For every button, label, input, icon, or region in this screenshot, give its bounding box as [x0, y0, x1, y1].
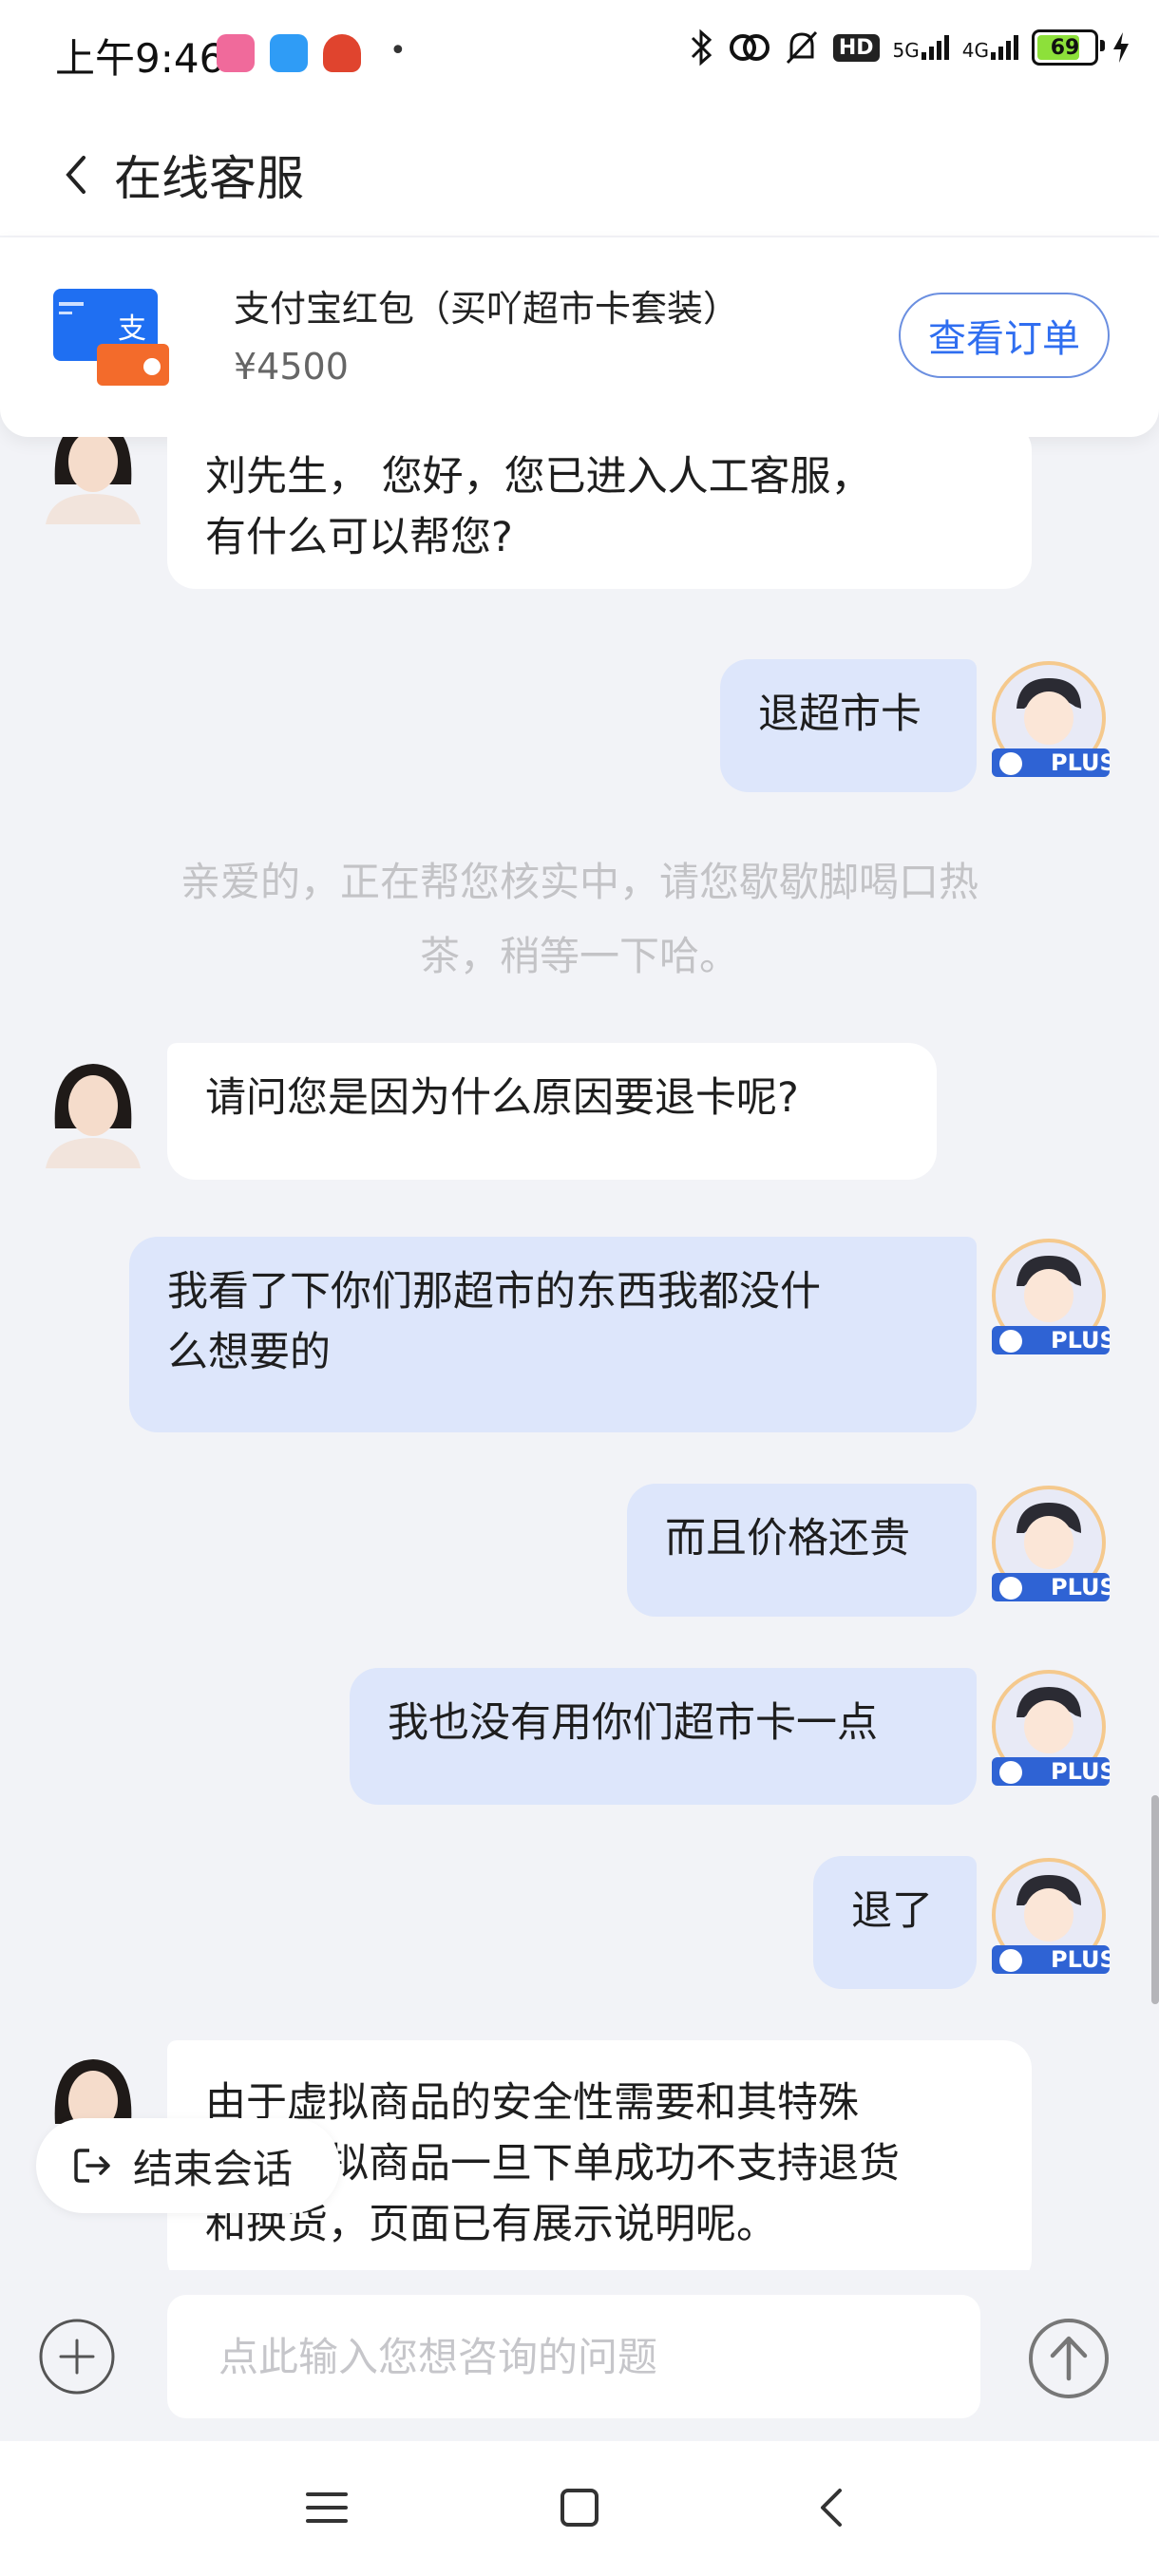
back-icon[interactable] [804, 2479, 861, 2536]
status-bar: 上午9:46 • HD 5G 4G 69 [0, 0, 1159, 114]
bluetooth-icon [691, 28, 712, 66]
hotspot-icon [729, 34, 770, 61]
user-message: 我也没有用你们超市卡一点 [350, 1668, 977, 1805]
product-name: 支付宝红包（买吖超市卡套装） [234, 288, 740, 330]
menu-icon[interactable] [298, 2479, 355, 2536]
svg-text:PLUS: PLUS [1051, 749, 1110, 776]
product-card[interactable]: 支 支付宝红包（买吖超市卡套装） ¥4500 查看订单 [0, 237, 1159, 437]
user-message: 退了 [813, 1856, 977, 1989]
signal-5g: 5G [893, 35, 949, 60]
end-session-label: 结束会话 [133, 2145, 294, 2192]
user-message: 退超市卡 [720, 659, 977, 792]
nav-header: 在线客服 [0, 114, 1159, 236]
user-message: 我看了下你们那超市的东西我都没什 么想要的 [129, 1237, 977, 1432]
chat-history[interactable]: 刘先生， 您好，您已进入人工客服， 有什么可以帮您? 退超市卡 PLUS 亲爱的… [0, 437, 1159, 2270]
view-order-button[interactable]: 查看订单 [899, 293, 1110, 378]
user-message: 而且价格还贵 [627, 1484, 977, 1617]
signal-4g: 4G [962, 35, 1018, 60]
input-bar [0, 2270, 1159, 2441]
page-title: 在线客服 [114, 151, 304, 206]
user-avatar: PLUS [992, 1486, 1110, 1601]
red-app-icon [323, 34, 361, 72]
battery-icon: 69 [1032, 29, 1105, 66]
svg-text:支: 支 [118, 313, 146, 346]
chat-bubble-icon [270, 34, 308, 72]
svg-text:PLUS: PLUS [1051, 1946, 1110, 1973]
user-avatar: PLUS [992, 1239, 1110, 1354]
home-icon[interactable] [551, 2479, 608, 2536]
alipay-card-thumbnail: 支 [53, 289, 169, 386]
hd-badge: HD [832, 33, 880, 62]
svg-text:PLUS: PLUS [1051, 1758, 1110, 1785]
user-avatar: PLUS [992, 661, 1110, 777]
send-arrow-icon[interactable] [1028, 2318, 1110, 2399]
agent-avatar [46, 437, 141, 524]
exit-icon [74, 2149, 110, 2183]
chat-scrollbar[interactable] [1151, 1795, 1159, 2004]
svg-text:PLUS: PLUS [1051, 1574, 1110, 1601]
user-avatar: PLUS [992, 1858, 1110, 1974]
end-session-button[interactable]: 结束会话 [36, 2118, 340, 2213]
back-arrow-icon[interactable] [57, 148, 95, 201]
bilibili-icon [217, 34, 255, 72]
status-time: 上午9:46 [55, 35, 225, 82]
charging-icon [1113, 32, 1129, 63]
product-price: ¥4500 [234, 346, 349, 388]
user-avatar: PLUS [992, 1670, 1110, 1786]
message-input[interactable] [167, 2295, 980, 2418]
agent-avatar [46, 1064, 141, 1168]
agent-message: 刘先生， 您好，您已进入人工客服， 有什么可以帮您? [167, 437, 1032, 589]
bell-off-icon [786, 30, 817, 65]
system-notice: 亲爱的，正在帮您核实中，请您歇歇脚喝口热 茶，稍等一下哈。 [180, 859, 978, 979]
svg-text:PLUS: PLUS [1051, 1327, 1110, 1354]
system-nav-bar [0, 2441, 1159, 2576]
agent-message: 请问您是因为什么原因要退卡呢? [167, 1043, 937, 1180]
more-notifications-dot: • [390, 34, 407, 67]
add-attachment-icon[interactable] [38, 2318, 116, 2396]
